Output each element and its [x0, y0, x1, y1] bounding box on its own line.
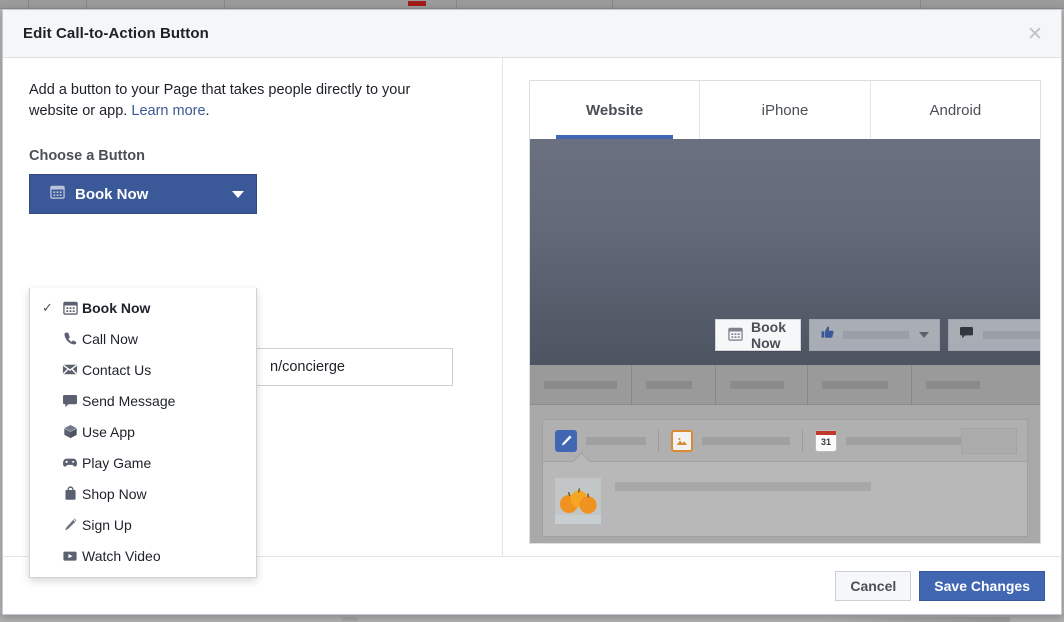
- composer-photo-tab[interactable]: [671, 429, 790, 452]
- intro-text-before: Add a button to your Page that takes peo…: [29, 82, 411, 119]
- cta-select-label: Book Now: [75, 185, 149, 203]
- choose-button-label: Choose a Button: [29, 148, 145, 164]
- chevron-down-icon: [232, 190, 244, 198]
- shopping-bag-icon: [58, 486, 82, 501]
- menu-item-label: Send Message: [82, 392, 176, 409]
- backdrop-bottom-bar: [0, 614, 1064, 622]
- menu-item-send-message[interactable]: Send Message: [30, 385, 256, 416]
- menu-item-book-now[interactable]: ✓ Book Now: [30, 292, 256, 323]
- message-label-placeholder: [983, 331, 1040, 339]
- composer-input-row[interactable]: [543, 462, 1027, 536]
- tab-label: Website: [586, 101, 644, 119]
- right-pane: Website iPhone Android Book Now 31: [503, 58, 1061, 556]
- menu-item-label: Watch Video: [82, 547, 161, 564]
- menu-item-label: Sign Up: [82, 516, 132, 533]
- tab-website[interactable]: Website: [530, 81, 701, 139]
- phone-icon: [58, 331, 82, 346]
- like-label-placeholder: [843, 331, 909, 339]
- chat-bubble-icon: [58, 393, 82, 408]
- composer-event-tab[interactable]: 31: [815, 429, 970, 452]
- menu-item-label: Play Game: [82, 454, 152, 471]
- preview-nav-strip: [530, 364, 1040, 405]
- preview-composer-area: 31: [530, 405, 1040, 543]
- intro-text: Add a button to your Page that takes peo…: [29, 80, 449, 122]
- menu-item-label: Book Now: [82, 299, 151, 316]
- preview-cover-actions: Book Now: [715, 319, 1040, 351]
- backdrop-red-marker: [408, 1, 426, 6]
- gamepad-icon: [58, 455, 82, 470]
- calendar-icon: [728, 326, 743, 344]
- menu-item-sign-up[interactable]: Sign Up: [30, 509, 256, 540]
- composer-text-placeholder: [615, 482, 871, 491]
- tab-iphone[interactable]: iPhone: [700, 81, 871, 139]
- edit-cta-dialog: Edit Call-to-Action Button ✕ Add a butto…: [2, 9, 1062, 615]
- preview-composer: 31: [542, 419, 1028, 537]
- preview-cover-photo: Book Now: [530, 139, 1040, 365]
- chat-bubble-icon: [959, 325, 975, 345]
- menu-item-label: Use App: [82, 423, 135, 440]
- menu-item-watch-video[interactable]: Watch Video: [30, 540, 256, 571]
- menu-item-use-app[interactable]: Use App: [30, 416, 256, 447]
- menu-item-label: Shop Now: [82, 485, 147, 502]
- divider: [802, 429, 803, 452]
- nav-item[interactable]: [808, 364, 912, 405]
- composer-right-placeholder: [961, 428, 1017, 454]
- status-label-placeholder: [586, 436, 646, 445]
- cta-select-button[interactable]: Book Now: [29, 174, 257, 214]
- tab-label: Android: [929, 101, 982, 119]
- tab-android[interactable]: Android: [871, 81, 1040, 139]
- photo-icon: [671, 429, 693, 452]
- pencil-icon: [555, 429, 577, 452]
- check-icon: ✓: [42, 300, 53, 315]
- menu-item-shop-now[interactable]: Shop Now: [30, 478, 256, 509]
- pencil-icon: [58, 517, 82, 532]
- dialog-body: Add a button to your Page that takes peo…: [3, 58, 1061, 578]
- menu-item-label: Call Now: [82, 330, 139, 347]
- tab-label: iPhone: [761, 101, 809, 119]
- close-icon[interactable]: ✕: [1023, 22, 1047, 46]
- save-changes-button[interactable]: Save Changes: [919, 570, 1045, 601]
- composer-status-tab[interactable]: [555, 429, 646, 452]
- menu-item-call-now[interactable]: Call Now: [30, 323, 256, 354]
- dialog-header: Edit Call-to-Action Button ✕: [3, 10, 1061, 58]
- thumbs-up-icon: [820, 325, 835, 345]
- left-pane: Add a button to your Page that takes peo…: [3, 58, 503, 578]
- preview-tabs: Website iPhone Android: [530, 81, 1040, 139]
- composer-tabs: 31: [543, 420, 1027, 471]
- play-video-icon: [58, 549, 82, 563]
- preview-cta-button[interactable]: Book Now: [715, 319, 801, 351]
- oranges-thumbnail: [555, 478, 601, 524]
- cube-icon: [58, 424, 82, 439]
- calendar-31-icon: 31: [815, 429, 837, 452]
- nav-item[interactable]: [530, 364, 632, 405]
- nav-item[interactable]: [912, 365, 1012, 405]
- event-label-placeholder: [846, 436, 970, 445]
- divider: [658, 429, 659, 452]
- cancel-button[interactable]: Cancel: [835, 570, 912, 601]
- page-title: Edit Call-to-Action Button: [23, 25, 209, 42]
- menu-item-label: Contact Us: [82, 361, 152, 378]
- envelope-icon: [58, 362, 82, 377]
- calendar-day-number: 31: [820, 437, 831, 447]
- backdrop-toolbar: [0, 0, 1064, 9]
- nav-item[interactable]: [632, 364, 716, 405]
- photo-label-placeholder: [702, 436, 790, 445]
- calendar-icon: [50, 184, 65, 204]
- website-url-value: n/concierge: [270, 359, 345, 375]
- menu-item-play-game[interactable]: Play Game: [30, 447, 256, 478]
- preview-panel: Website iPhone Android Book Now 31: [529, 80, 1041, 544]
- learn-more-link[interactable]: Learn more: [131, 103, 205, 119]
- menu-item-contact-us[interactable]: Contact Us: [30, 354, 256, 385]
- nav-item[interactable]: [716, 364, 808, 405]
- intro-text-after: .: [205, 103, 210, 119]
- calendar-icon: [58, 300, 82, 315]
- preview-like-button[interactable]: [809, 319, 940, 351]
- preview-cta-label: Book Now: [751, 319, 786, 351]
- chevron-down-icon: [919, 332, 929, 338]
- cta-dropdown-menu[interactable]: ✓ Book Now Call Now Contact Us Send Mess…: [29, 288, 257, 578]
- preview-message-button[interactable]: [948, 319, 1040, 351]
